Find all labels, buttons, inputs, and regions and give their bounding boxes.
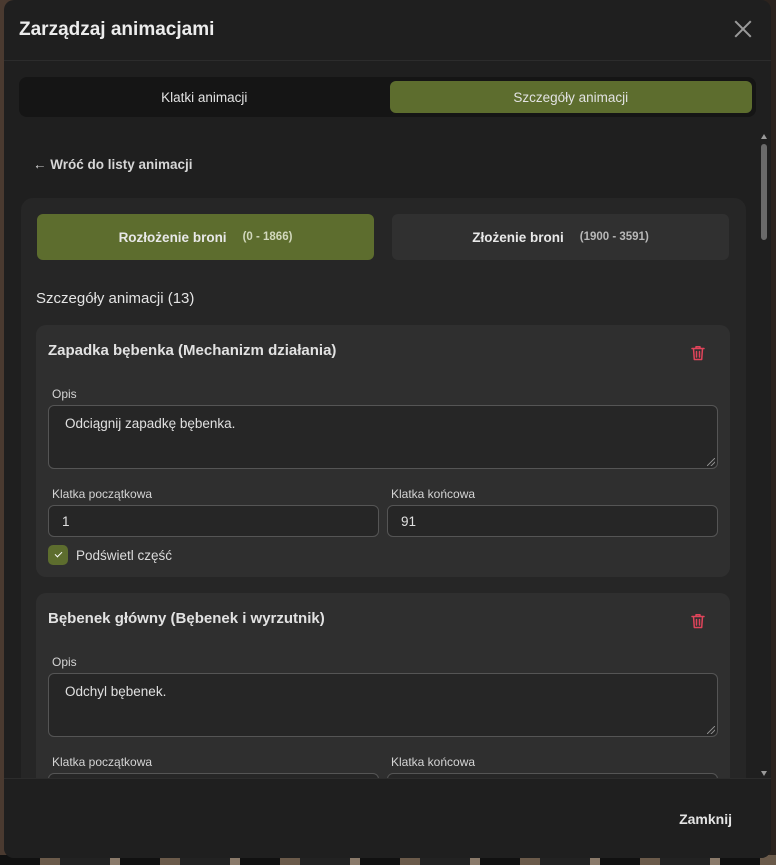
details-scroll-area[interactable]: ← Wróć do listy animacji Rozłożenie bron…	[4, 128, 771, 778]
card-title: Bębenek główny (Bębenek i wyrzutnik)	[48, 610, 325, 627]
scroll-down-icon[interactable]	[761, 771, 767, 776]
close-button[interactable]: Zamknij	[679, 811, 732, 827]
scrollbar-thumb[interactable]	[761, 144, 767, 240]
modal-header: Zarządzaj animacjami	[4, 0, 771, 61]
close-icon[interactable]	[734, 20, 752, 38]
manage-animations-modal: Zarządzaj animacjami Klatki animacji Szc…	[4, 0, 771, 858]
subtab-range: (0 - 1866)	[242, 231, 293, 243]
trash-icon[interactable]	[691, 613, 705, 629]
description-value: Odciągnij zapadkę bębenka.	[65, 416, 236, 431]
card-title: Zapadka bębenka (Mechanizm działania)	[48, 342, 337, 359]
animation-detail-card: Bębenek główny (Bębenek i wyrzutnik) Opi…	[36, 593, 730, 778]
animation-detail-card: Zapadka bębenka (Mechanizm działania) Op…	[36, 325, 730, 577]
description-textarea[interactable]: Odciągnij zapadkę bębenka.	[48, 405, 718, 469]
end-frame-label: Klatka końcowa	[391, 755, 476, 769]
start-frame-label: Klatka początkowa	[52, 755, 153, 769]
subtab-fold-weapon[interactable]: Złożenie broni (1900 - 3591)	[392, 214, 729, 260]
main-tabs: Klatki animacji Szczegóły animacji	[19, 77, 756, 117]
resize-grip-icon[interactable]	[707, 726, 715, 734]
subtab-name: Złożenie broni	[472, 229, 564, 245]
tab-animation-frames[interactable]: Klatki animacji	[23, 81, 386, 113]
back-to-list-link[interactable]: ← Wróć do listy animacji	[33, 157, 193, 172]
subtab-range: (1900 - 3591)	[579, 231, 649, 243]
tab-animation-details[interactable]: Szczegóły animacji	[389, 81, 752, 113]
scroll-up-icon[interactable]	[761, 134, 767, 139]
highlight-part-label: Podświetl część	[76, 547, 173, 563]
resize-grip-icon[interactable]	[707, 458, 715, 466]
description-value: Odchyl bębenek.	[65, 684, 167, 699]
animation-panel: Rozłożenie broni (0 - 1866) Złożenie bro…	[21, 198, 746, 778]
trash-icon[interactable]	[691, 345, 705, 361]
highlight-part-checkbox[interactable]: Podświetl część	[48, 545, 172, 565]
subtab-unfold-weapon[interactable]: Rozłożenie broni (0 - 1866)	[37, 214, 374, 260]
description-label: Opis	[52, 655, 77, 669]
modal-title: Zarządzaj animacjami	[19, 19, 215, 40]
description-label: Opis	[52, 387, 77, 401]
vertical-scrollbar[interactable]	[760, 134, 768, 776]
checkbox-checked-icon[interactable]	[48, 545, 68, 565]
details-section-title: Szczegóły animacji (13)	[36, 290, 195, 307]
end-frame-label: Klatka końcowa	[391, 487, 476, 501]
start-frame-label: Klatka początkowa	[52, 487, 153, 501]
start-frame-input[interactable]: 1	[48, 505, 379, 537]
modal-footer: Zamknij	[4, 778, 771, 858]
end-frame-input[interactable]: 91	[387, 505, 718, 537]
description-textarea[interactable]: Odchyl bębenek.	[48, 673, 718, 737]
subtab-name: Rozłożenie broni	[118, 229, 227, 245]
